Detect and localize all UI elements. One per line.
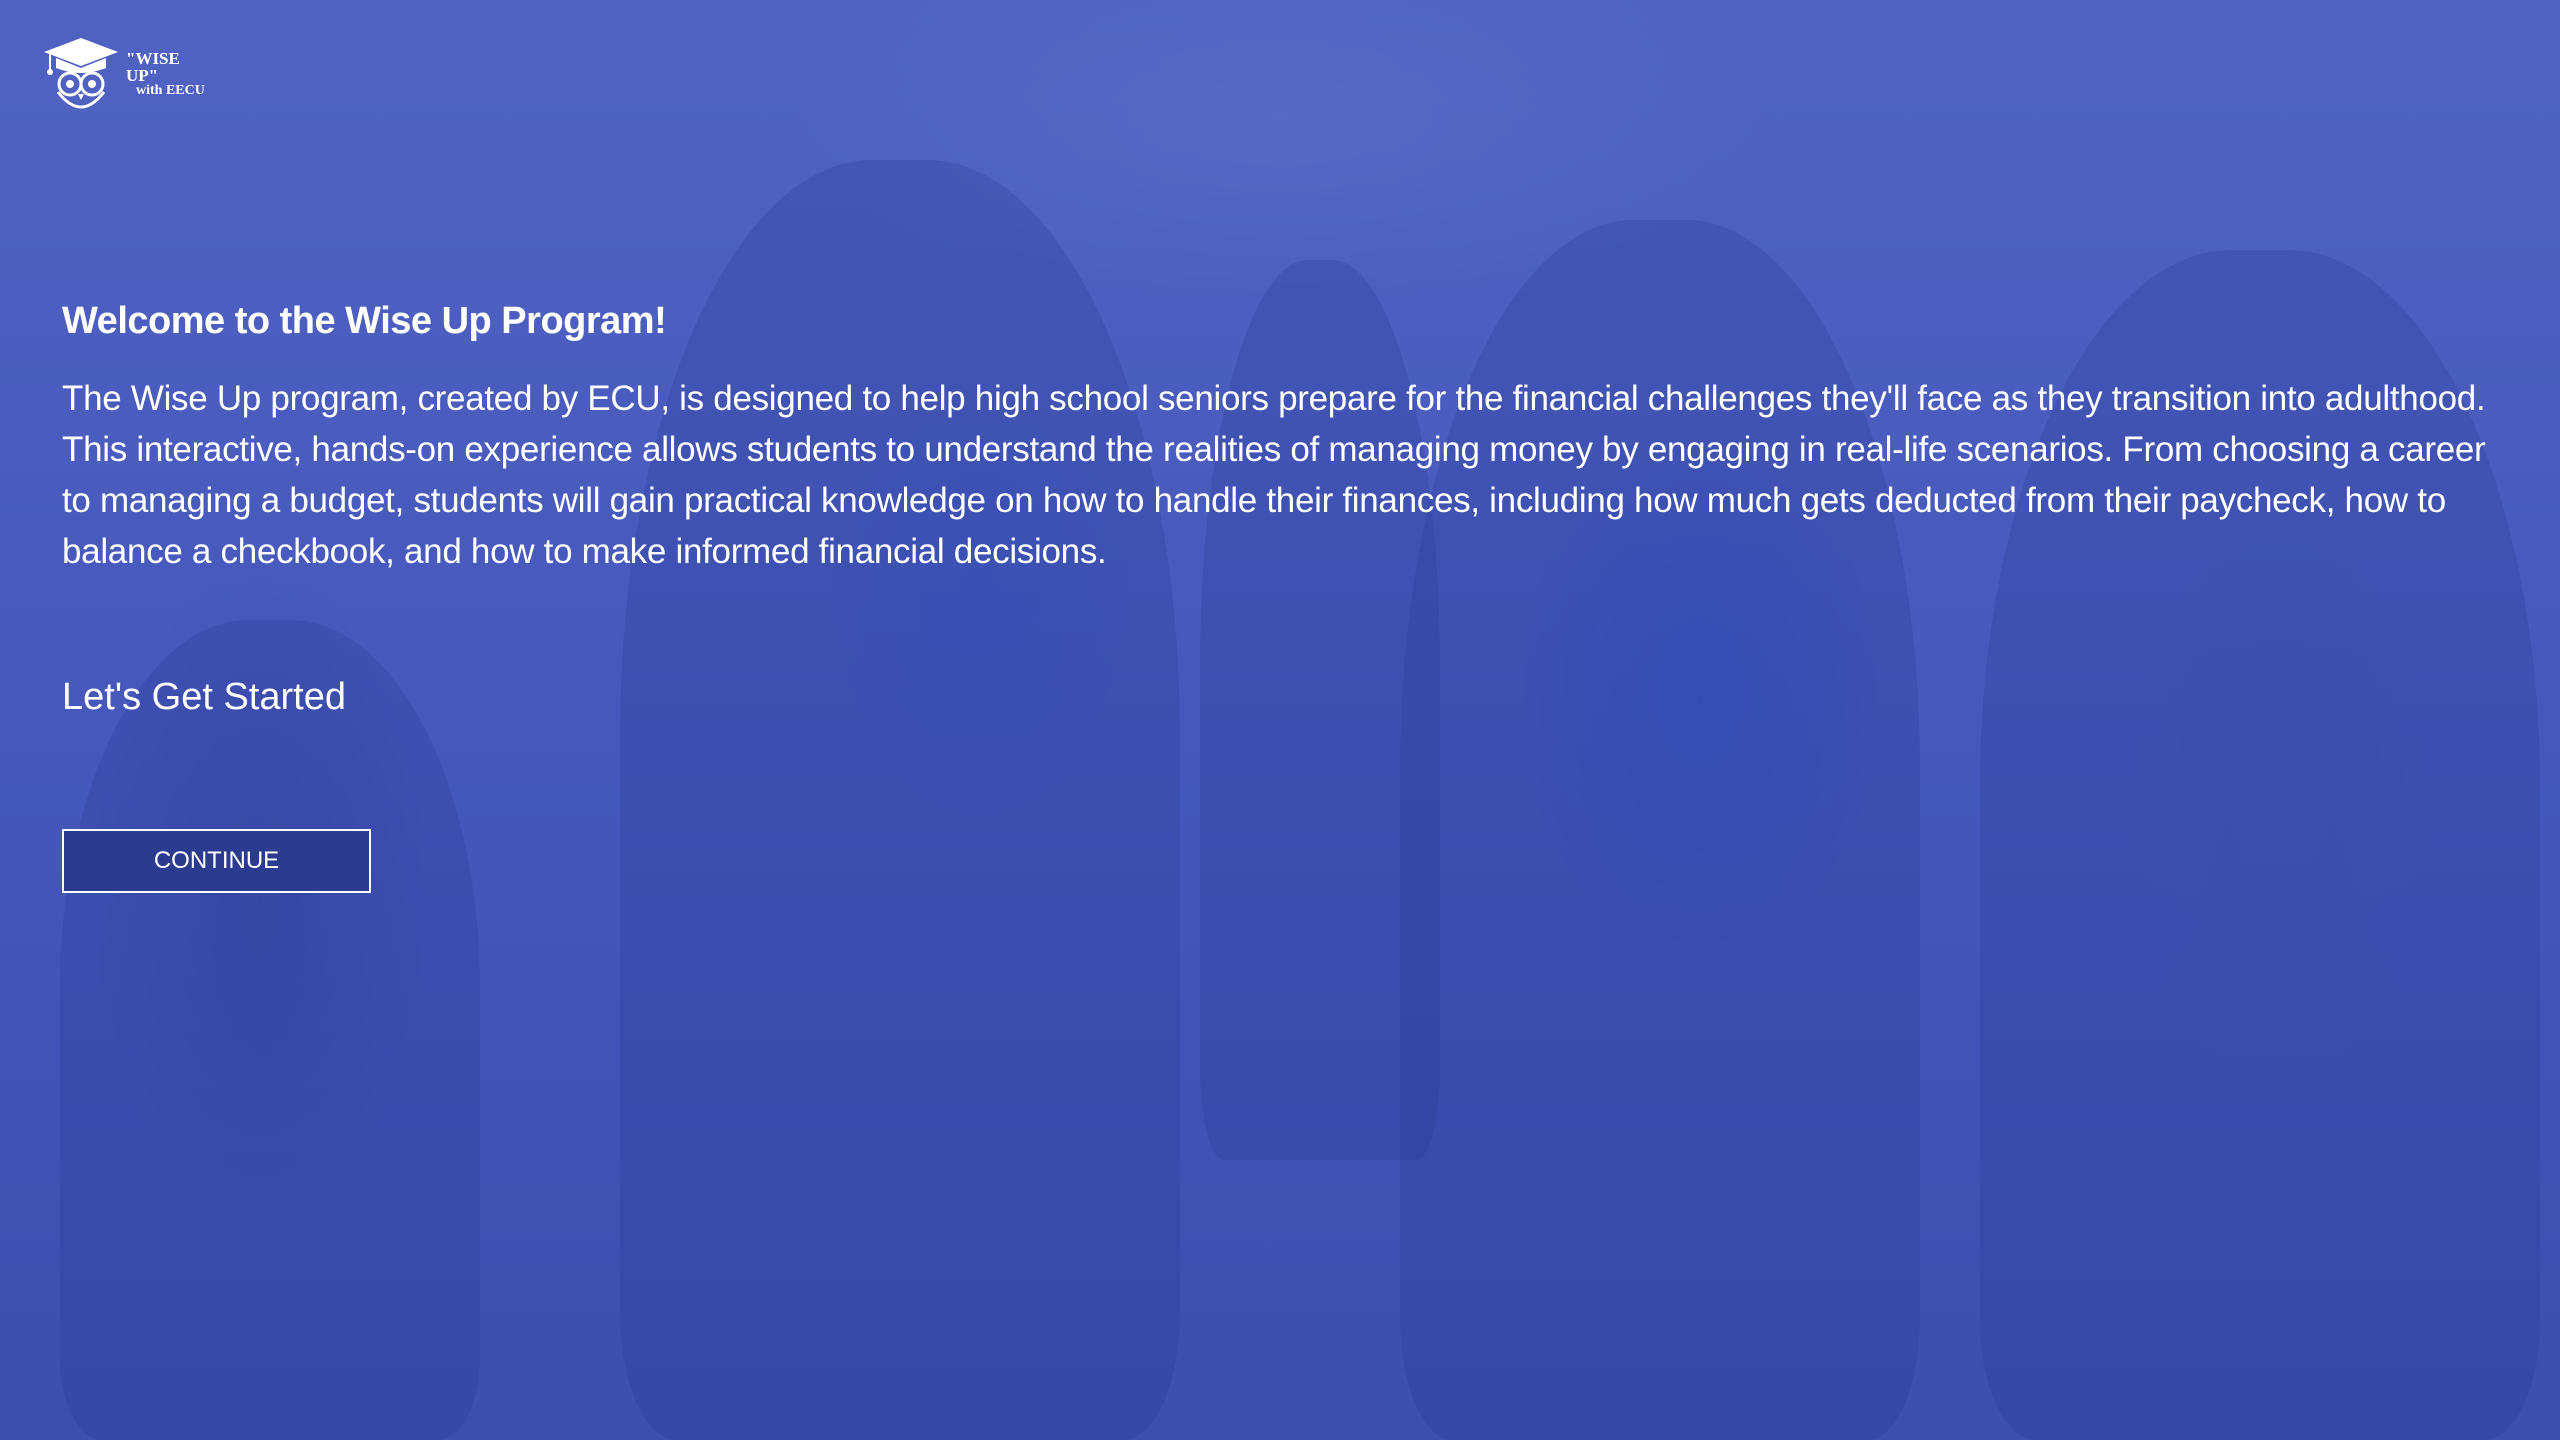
color-overlay <box>0 0 2560 1440</box>
owl-graduation-cap-icon <box>42 36 120 112</box>
logo-line-1: "WISE UP" <box>126 49 180 85</box>
continue-button[interactable]: CONTINUE <box>62 829 371 893</box>
wise-up-logo: "WISE UP" with EECU <box>42 34 212 114</box>
intro-paragraph: The Wise Up program, created by ECU, is … <box>62 379 2486 571</box>
logo-text: "WISE UP" with EECU <box>126 50 212 98</box>
page-title: Welcome to the Wise Up Program! <box>62 300 667 342</box>
get-started-heading: Let's Get Started <box>62 676 346 718</box>
logo-line-2: with EECU <box>136 83 205 98</box>
main-content: Welcome to the Wise Up Program! The Wise… <box>62 300 2502 577</box>
